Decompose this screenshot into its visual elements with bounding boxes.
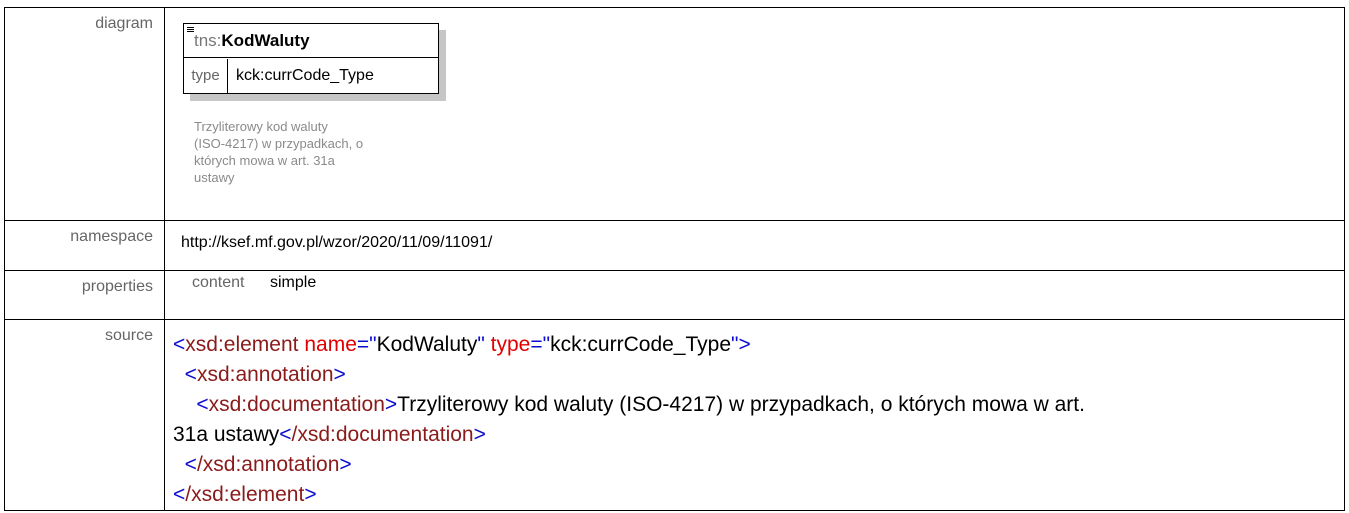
note-line: których mowa w art. 31a bbox=[194, 153, 335, 168]
element-type-row: type kck:currCode_Type bbox=[184, 59, 438, 93]
properties-cell: content simple bbox=[164, 270, 1345, 320]
type-value: kck:currCode_Type bbox=[236, 67, 374, 84]
source-code: <xsd:element name="KodWaluty" type="kck:… bbox=[165, 320, 1344, 510]
source-line-4: 31a ustawy</xsd:documentation> bbox=[173, 423, 486, 446]
diagram-label: diagram bbox=[4, 7, 165, 221]
note-line: Trzyliterowy kod waluty bbox=[194, 119, 328, 134]
diagram-cell: tns:KodWaluty type kck:currCode_Type Trz… bbox=[164, 7, 1345, 221]
source-label: source bbox=[4, 319, 165, 511]
source-line-1: <xsd:element name="KodWaluty" type="kck:… bbox=[173, 333, 751, 356]
source-line-3: <xsd:documentation>Trzyliterowy kod walu… bbox=[196, 393, 1085, 416]
property-value: simple bbox=[270, 274, 317, 291]
namespace-value: http://ksef.mf.gov.pl/wzor/2020/11/09/11… bbox=[181, 234, 493, 251]
properties-row: properties content simple bbox=[4, 270, 1345, 320]
source-cell: <xsd:element name="KodWaluty" type="kck:… bbox=[164, 319, 1345, 511]
note-line: ustawy bbox=[194, 170, 235, 185]
element-box[interactable]: tns:KodWaluty type kck:currCode_Type bbox=[183, 23, 439, 94]
properties-label: properties bbox=[4, 270, 165, 320]
source-line-2: <xsd:annotation> bbox=[184, 363, 346, 386]
element-prefix: tns: bbox=[194, 31, 222, 50]
namespace-label: namespace bbox=[4, 220, 165, 271]
namespace-row: namespace http://ksef.mf.gov.pl/wzor/202… bbox=[4, 220, 1345, 271]
source-row: source <xsd:element name="KodWaluty" typ… bbox=[4, 319, 1345, 511]
documentation-note: Trzyliterowy kod waluty (ISO-4217) w prz… bbox=[194, 118, 464, 186]
diagram-row: diagram tns:KodWaluty type kck:currCode_… bbox=[4, 7, 1345, 221]
property-key: content bbox=[192, 274, 245, 291]
schema-doc-table: diagram tns:KodWaluty type kck:currCode_… bbox=[4, 7, 1345, 511]
namespace-cell: http://ksef.mf.gov.pl/wzor/2020/11/09/11… bbox=[164, 220, 1345, 271]
element-name: tns:KodWaluty bbox=[184, 24, 438, 58]
type-key: type bbox=[184, 59, 228, 93]
source-line-6: </xsd:element> bbox=[173, 483, 317, 506]
source-line-5: </xsd:annotation> bbox=[184, 453, 352, 476]
element-name-text: KodWaluty bbox=[221, 31, 310, 50]
note-line: (ISO-4217) w przypadkach, o bbox=[194, 136, 364, 151]
